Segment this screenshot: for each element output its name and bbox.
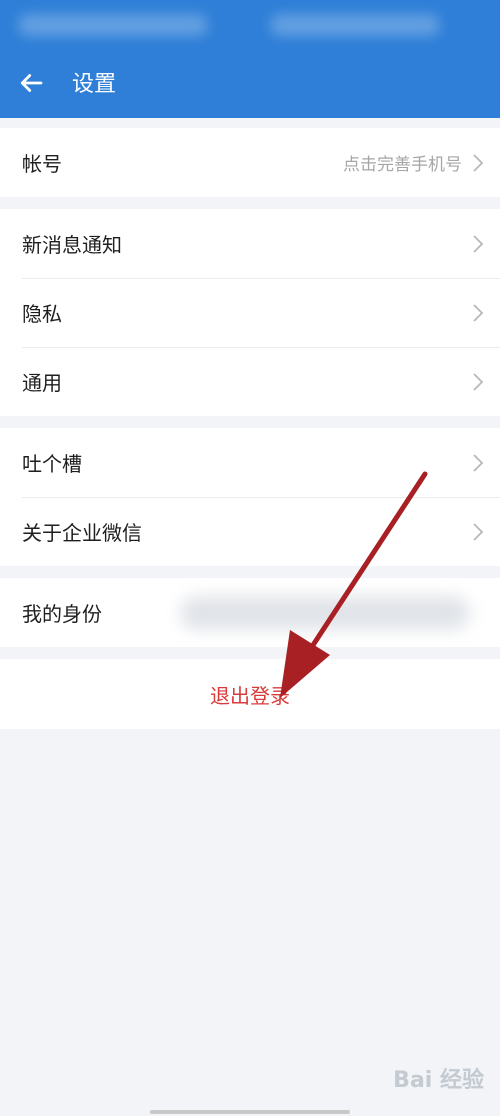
row-label: 关于企业微信 (22, 521, 142, 545)
home-indicator (150, 1110, 350, 1114)
chevron-right-icon (473, 372, 484, 391)
chevron-right-icon (473, 234, 484, 253)
row-label: 我的身份 (22, 602, 102, 626)
row-label: 帐号 (22, 152, 62, 176)
arrow-left-icon[interactable] (16, 68, 46, 98)
chevron-right-icon (473, 153, 484, 172)
app-bar: 设置 (0, 52, 500, 118)
annotation-arrow-icon (280, 471, 428, 698)
row-privacy[interactable]: 隐私 (0, 278, 500, 347)
row-label: 新消息通知 (22, 233, 122, 257)
section-account: 帐号 点击完善手机号 (0, 128, 500, 197)
status-bar (0, 0, 500, 52)
page-title: 设置 (72, 72, 117, 97)
chevron-right-icon (473, 453, 484, 472)
row-value: 点击完善手机号 (343, 155, 462, 175)
section-general: 新消息通知 隐私 通用 (0, 209, 500, 416)
blurred-status-left (18, 14, 208, 36)
row-notifications[interactable]: 新消息通知 (0, 209, 500, 278)
blurred-status-right (270, 14, 440, 36)
row-label: 隐私 (22, 302, 62, 326)
chevron-right-icon (473, 303, 484, 322)
chevron-right-icon (473, 522, 484, 541)
row-label: 通用 (22, 371, 62, 395)
app: 设置 帐号 点击完善手机号 新消息通知 隐私 通用 吐个槽 关于企业微信 我的身… (0, 0, 500, 1116)
row-account[interactable]: 帐号 点击完善手机号 (0, 128, 500, 197)
row-general[interactable]: 通用 (0, 347, 500, 416)
row-label: 吐个槽 (22, 452, 82, 476)
watermark: Bai 经验 (393, 1068, 484, 1093)
